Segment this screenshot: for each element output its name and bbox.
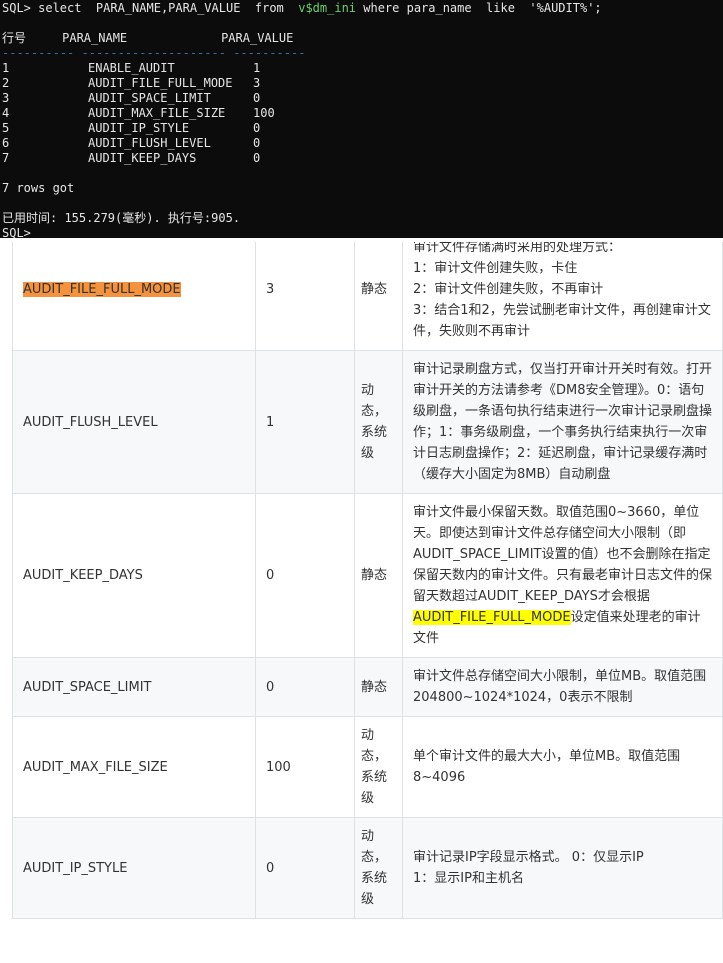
- row-number: 5: [2, 121, 10, 135]
- row-para-value: 100: [253, 106, 275, 120]
- param-value: 100: [255, 716, 355, 818]
- row-para-value: 0: [253, 121, 261, 135]
- row-number: 2: [2, 76, 10, 90]
- param-desc: 单个审计文件的最大大小，单位MB。取值范围8~4096: [402, 716, 723, 818]
- query-line: SQL> select PARA_NAME,PARA_VALUE from v$…: [2, 1, 721, 16]
- row-para-value: 0: [253, 136, 261, 150]
- param-value: 0: [255, 657, 355, 717]
- row-para-name: AUDIT_KEEP_DAYS: [88, 151, 197, 165]
- result-row: 5 AUDIT_IP_STYLE 0: [2, 121, 721, 136]
- param-attr: 动态，系统级: [354, 350, 403, 494]
- result-row: 1 ENABLE_AUDIT 1: [2, 61, 721, 76]
- table-row: AUDIT_SPACE_LIMIT 0 静态 审计文件总存储空间大小限制，单位M…: [12, 657, 723, 717]
- param-name: AUDIT_FILE_FULL_MODE: [23, 282, 181, 297]
- query-text-pre: select PARA_NAME,PARA_VALUE from: [30, 1, 299, 15]
- result-row: 4 AUDIT_MAX_FILE_SIZE 100: [2, 106, 721, 121]
- result-rows: 1 ENABLE_AUDIT 1 2 AUDIT_FILE_FULL_MODE 3 3 AUD…: [2, 61, 721, 166]
- param-name: AUDIT_SPACE_LIMIT: [12, 657, 256, 717]
- sql-terminal[interactable]: SQL> select PARA_NAME,PARA_VALUE from v$…: [0, 0, 723, 238]
- row-number: 3: [2, 91, 10, 105]
- param-desc: 审计记录刷盘方式，仅当打开审计开关时有效。打开审计开关的方法请参考《DM8安全管…: [402, 350, 723, 494]
- row-para-name: AUDIT_IP_STYLE: [88, 121, 190, 135]
- query-table-name: v$dm_ini: [298, 1, 357, 15]
- result-row: 7 AUDIT_KEEP_DAYS 0: [2, 151, 721, 166]
- parameter-table: AUDIT_FILE_FULL_MODE 3 静态 审计文件存储满时采用的处理方…: [12, 242, 723, 919]
- param-name: AUDIT_FLUSH_LEVEL: [12, 350, 256, 494]
- final-prompt: SQL>: [2, 226, 31, 238]
- row-para-name: AUDIT_FLUSH_LEVEL: [88, 136, 211, 150]
- clipped-desc-line: 审计文件存储满时采用的处理方式：: [413, 242, 622, 255]
- param-attr: 动态，系统级: [354, 817, 403, 919]
- param-value: 0: [255, 493, 355, 658]
- elapsed-time: 已用时间: 155.279(毫秒). 执行号:905.: [2, 211, 241, 225]
- param-name: AUDIT_IP_STYLE: [12, 817, 256, 919]
- rows-got: 7 rows got: [2, 181, 75, 195]
- param-desc: 审计文件总存储空间大小限制，单位MB。取值范围204800~1024*1024，…: [402, 657, 723, 717]
- parameter-doc: AUDIT_FILE_FULL_MODE 3 静态 审计文件存储满时采用的处理方…: [0, 242, 723, 963]
- query-text-post: where para_name like '%AUDIT%';: [356, 1, 602, 15]
- row-para-name: AUDIT_FILE_FULL_MODE: [88, 76, 233, 90]
- row-number: 6: [2, 136, 10, 150]
- table-row: AUDIT_FLUSH_LEVEL 1 动态，系统级 审计记录刷盘方式，仅当打开…: [12, 350, 723, 494]
- row-para-value: 0: [253, 151, 261, 165]
- row-para-name: AUDIT_MAX_FILE_SIZE: [88, 106, 226, 120]
- param-value: 3: [255, 242, 355, 351]
- row-number: 4: [2, 106, 10, 120]
- result-row: 3 AUDIT_SPACE_LIMIT 0: [2, 91, 721, 106]
- result-row: 2 AUDIT_FILE_FULL_MODE 3: [2, 76, 721, 91]
- table-row: AUDIT_MAX_FILE_SIZE 100 动态，系统级 单个审计文件的最大…: [12, 716, 723, 818]
- table-row: AUDIT_KEEP_DAYS 0 静态 审计文件最小保留天数。取值范围0~36…: [12, 493, 723, 658]
- row-para-value: 0: [253, 91, 261, 105]
- table-row: AUDIT_FILE_FULL_MODE 3 静态 审计文件存储满时采用的处理方…: [12, 242, 723, 351]
- param-desc: 审计文件存储满时采用的处理方式： 1：审计文件创建失败，卡住 2：审计文件创建失…: [402, 242, 723, 351]
- param-value: 1: [255, 350, 355, 494]
- param-name: AUDIT_KEEP_DAYS: [12, 493, 256, 658]
- param-attr: 动态，系统级: [354, 716, 403, 818]
- table-row: AUDIT_IP_STYLE 0 动态，系统级 审计记录IP字段显示格式。 0：…: [12, 817, 723, 919]
- param-desc: 审计记录IP字段显示格式。 0：仅显示IP 1：显示IP和主机名: [402, 817, 723, 919]
- param-attr: 静态: [354, 493, 403, 658]
- row-number: 7: [2, 151, 10, 165]
- result-row: 6 AUDIT_FLUSH_LEVEL 0: [2, 136, 721, 151]
- sql-prompt: SQL>: [2, 1, 31, 15]
- param-attr: 静态: [354, 657, 403, 717]
- result-header: 行号 PARA_NAME PARA_VALUE: [2, 31, 294, 45]
- row-para-value: 3: [253, 76, 261, 90]
- param-desc: 审计文件最小保留天数。取值范围0~3660，单位天。即使达到审计文件总存储空间大…: [402, 493, 723, 658]
- row-para-name: AUDIT_SPACE_LIMIT: [88, 91, 211, 105]
- param-value: 0: [255, 817, 355, 919]
- row-para-value: 1: [253, 61, 261, 75]
- highlighted-param-link[interactable]: AUDIT_FILE_FULL_MODE: [413, 610, 571, 625]
- param-name: AUDIT_MAX_FILE_SIZE: [12, 716, 256, 818]
- row-para-name: ENABLE_AUDIT: [88, 61, 175, 75]
- param-attr: 静态: [354, 242, 403, 351]
- row-number: 1: [2, 61, 10, 75]
- result-separator: ---------- -------------------- --------…: [2, 46, 306, 60]
